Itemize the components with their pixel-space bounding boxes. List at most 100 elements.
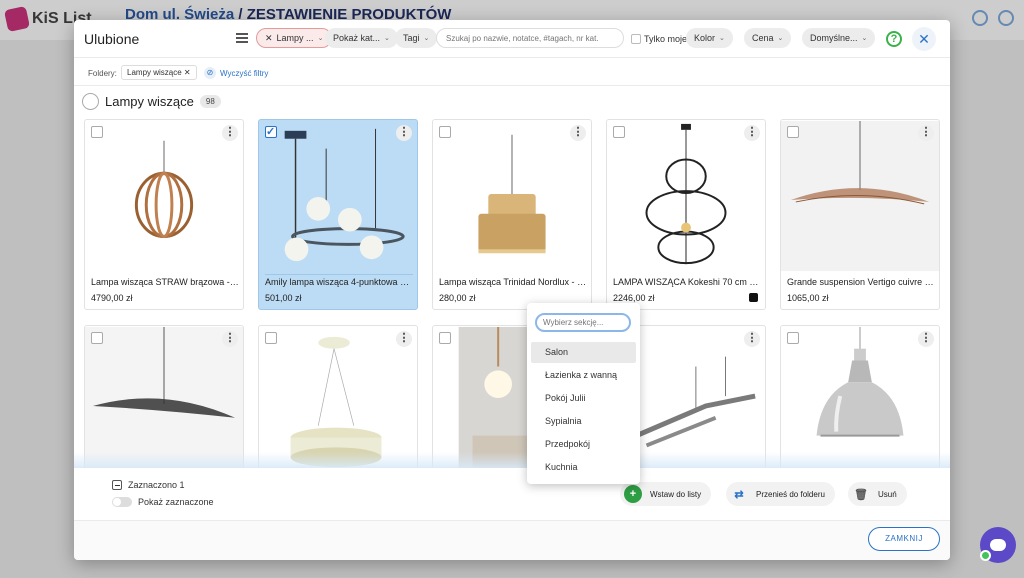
- chevron-down-icon: ⌄: [777, 35, 784, 42]
- more-options-icon[interactable]: ⋮: [744, 331, 760, 347]
- folder-filter-tag[interactable]: Lampy wiszące ✕: [121, 65, 197, 80]
- section-option[interactable]: Przedpokój: [531, 434, 636, 455]
- remove-chip-icon[interactable]: ✕: [265, 33, 273, 44]
- select-checkbox[interactable]: [91, 126, 103, 138]
- more-options-icon[interactable]: ⋮: [396, 331, 412, 347]
- chip-label: Lampy ...: [276, 33, 314, 43]
- chip-label: Domyślne...: [810, 33, 858, 43]
- section-option[interactable]: Łazienka z wanną: [531, 365, 636, 386]
- sort-dropdown[interactable]: Domyślne... ⌄: [802, 28, 876, 48]
- help-icon[interactable]: ?: [886, 31, 902, 47]
- group-name: Lampy wiszące: [105, 94, 194, 109]
- online-status-icon: [980, 550, 991, 561]
- product-card-selected[interactable]: ✓ ⋮ Amily lampa wisząca 4-punktowa zł...…: [258, 119, 418, 310]
- section-dropdown: Salon Łazienka z wanną Pokój Julii Sypia…: [527, 303, 640, 484]
- chip-label: Pokaż kat...: [333, 33, 381, 43]
- select-checkbox[interactable]: [787, 332, 799, 344]
- deselect-checkbox[interactable]: [112, 480, 122, 490]
- product-price: 4790,00 zł: [91, 293, 133, 303]
- product-image: [85, 120, 243, 272]
- more-options-icon[interactable]: ⋮: [918, 125, 934, 141]
- select-checkbox[interactable]: [91, 332, 103, 344]
- only-mine-checkbox[interactable]: [631, 34, 641, 44]
- color-dropdown[interactable]: Kolor ⌄: [686, 28, 733, 48]
- select-checkbox[interactable]: [265, 332, 277, 344]
- section-option[interactable]: Pokój Julii: [531, 388, 636, 409]
- product-price: 2246,00 zł: [613, 293, 655, 303]
- section-option[interactable]: Sypialnia: [531, 411, 636, 432]
- only-mine-label: Tylko moje: [644, 34, 688, 44]
- delete-label: Usuń: [878, 489, 897, 499]
- more-options-icon[interactable]: ⋮: [918, 331, 934, 347]
- filter-bar: Foldery: Lampy wiszące ✕ ⊘ Wyczyść filtry: [74, 58, 950, 86]
- select-checkbox[interactable]: ✓: [265, 126, 277, 138]
- selected-count: Zaznaczono 1: [128, 480, 185, 490]
- product-image: [781, 120, 939, 272]
- more-options-icon[interactable]: ⋮: [396, 125, 412, 141]
- product-price: 280,00 zł: [439, 293, 476, 303]
- more-options-icon[interactable]: ⋮: [222, 125, 238, 141]
- select-checkbox[interactable]: [439, 332, 451, 344]
- chevron-down-icon: ⌄: [384, 35, 390, 42]
- show-selected-toggle-row: Pokaż zaznaczone: [112, 497, 214, 507]
- delete-button[interactable]: 🗑 Usuń: [848, 482, 907, 506]
- insert-to-list-button[interactable]: + Wstaw do listy: [620, 482, 712, 506]
- product-price: 501,00 zł: [265, 293, 302, 303]
- clear-filters-link[interactable]: ⊘ Wyczyść filtry: [204, 67, 268, 79]
- section-option[interactable]: Salon: [531, 342, 636, 363]
- product-name: Lampa wisząca STRAW brązowa - s...: [91, 277, 239, 287]
- check-icon: ✓: [266, 126, 276, 138]
- selection-info: Zaznaczono 1: [112, 480, 185, 490]
- product-image: [607, 120, 765, 272]
- more-options-icon[interactable]: ⋮: [570, 125, 586, 141]
- view-toggle-icon[interactable]: [236, 31, 248, 43]
- chat-bubble-icon: [990, 539, 1006, 551]
- trash-icon: 🗑: [854, 488, 868, 501]
- favorites-modal: Ulubione ✕ Lampy ... ⌄ Pokaż kat... ⌄ Tagi ⌄…: [74, 20, 950, 560]
- product-image: [259, 120, 417, 272]
- close-icon[interactable]: ✕: [912, 27, 936, 51]
- chevron-down-icon: ⌄: [719, 35, 725, 42]
- product-card[interactable]: ⋮ LAMPA WISZĄCA Kokeshi 70 cm M... 2246,…: [606, 119, 766, 310]
- group-select-radio[interactable]: [82, 93, 99, 110]
- folder-filter-chip[interactable]: ✕ Lampy ... ⌄: [256, 28, 333, 48]
- show-selected-toggle[interactable]: [112, 497, 132, 507]
- chip-label: Tagi: [403, 33, 420, 43]
- close-button[interactable]: ZAMKNIJ: [868, 527, 940, 551]
- product-name: Amily lampa wisząca 4-punktowa zł...: [265, 274, 413, 287]
- modal-title: Ulubione: [84, 31, 140, 47]
- section-option[interactable]: Kuchnia: [531, 457, 636, 478]
- select-checkbox[interactable]: [787, 126, 799, 138]
- show-category-dropdown[interactable]: Pokaż kat... ⌄: [325, 28, 398, 48]
- color-swatch: [749, 293, 758, 302]
- chip-label: Cena: [752, 33, 774, 43]
- product-name: Grande suspension Vertigo cuivre - ...: [787, 277, 935, 287]
- tags-dropdown[interactable]: Tagi ⌄: [395, 28, 438, 48]
- product-card[interactable]: ⋮ Lampa wisząca Trinidad Nordlux - d... …: [432, 119, 592, 310]
- product-card[interactable]: ⋮ Lampa wisząca STRAW brązowa - s... 479…: [84, 119, 244, 310]
- folder-move-icon: ⇄: [734, 488, 744, 501]
- chat-widget-button[interactable]: [980, 527, 1016, 563]
- product-name: LAMPA WISZĄCA Kokeshi 70 cm M...: [613, 277, 761, 287]
- search-input[interactable]: [436, 28, 624, 48]
- chevron-down-icon: ⌄: [423, 35, 430, 42]
- more-options-icon[interactable]: ⋮: [744, 125, 760, 141]
- section-search-input[interactable]: [535, 313, 631, 332]
- folder-tag-label: Lampy wiszące: [127, 68, 182, 77]
- price-dropdown[interactable]: Cena ⌄: [744, 28, 792, 48]
- filter-clear-icon: ⊘: [204, 67, 216, 79]
- modal-header: Ulubione ✕ Lampy ... ⌄ Pokaż kat... ⌄ Tagi ⌄…: [74, 20, 950, 58]
- folders-label: Foldery:: [88, 69, 117, 78]
- product-name: Lampa wisząca Trinidad Nordlux - d...: [439, 277, 587, 287]
- insert-label: Wstaw do listy: [650, 489, 702, 499]
- product-card[interactable]: ⋮ Grande suspension Vertigo cuivre - ...…: [780, 119, 940, 310]
- more-options-icon[interactable]: ⋮: [222, 331, 238, 347]
- select-checkbox[interactable]: [439, 126, 451, 138]
- remove-tag-icon[interactable]: ✕: [184, 68, 191, 77]
- move-to-folder-button[interactable]: ⇄ Przenieś do folderu: [726, 482, 835, 506]
- modal-footer: [74, 520, 950, 560]
- chevron-down-icon: ⌄: [861, 35, 868, 42]
- group-header: Lampy wiszące 98: [82, 93, 221, 110]
- select-checkbox[interactable]: [613, 126, 625, 138]
- chevron-down-icon: ⌄: [317, 35, 324, 42]
